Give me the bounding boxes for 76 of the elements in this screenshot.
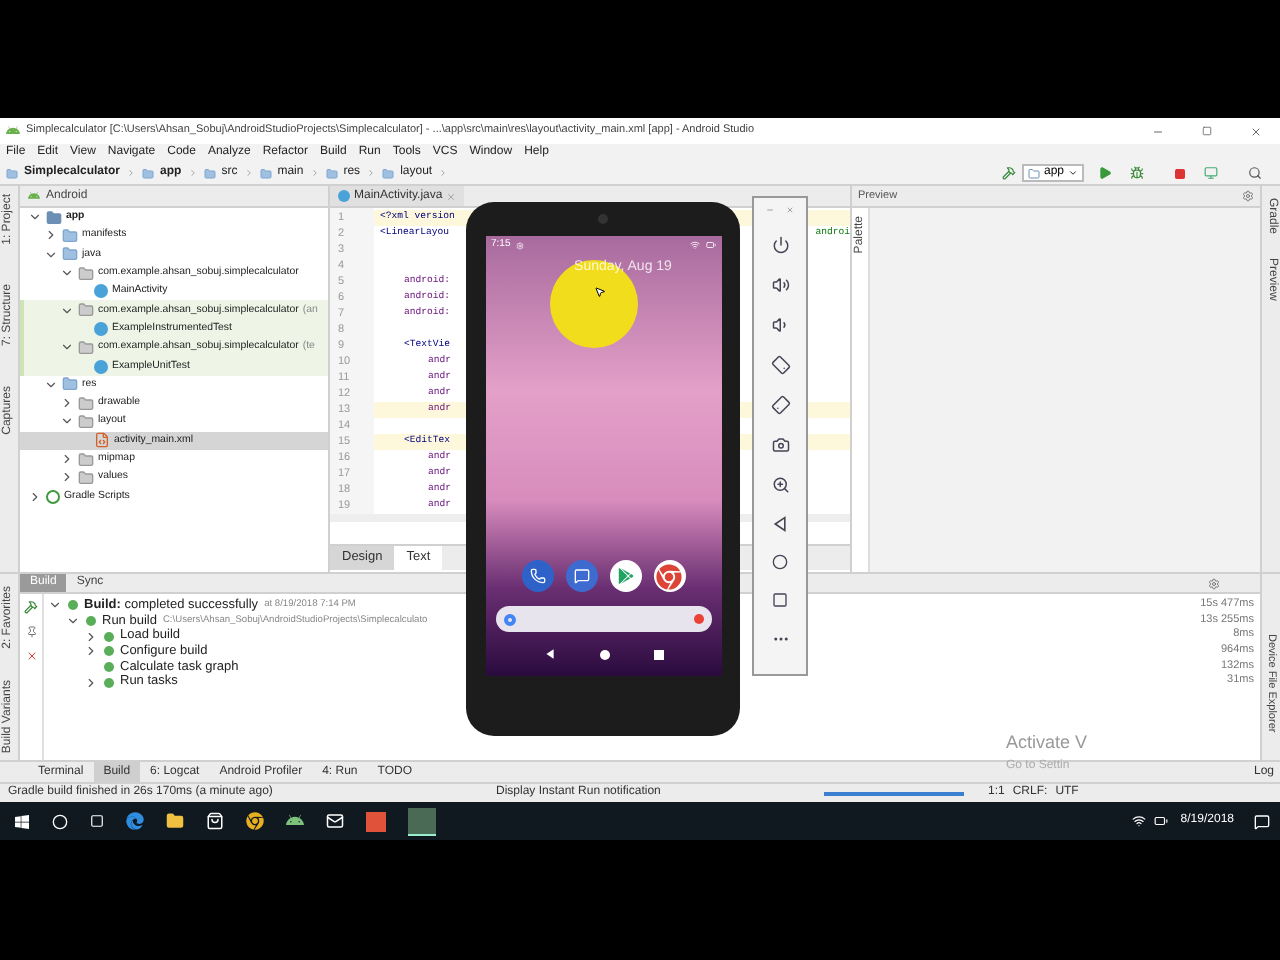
module-folder-icon — [46, 209, 62, 226]
folder-icon — [203, 167, 216, 179]
folder-icon — [382, 167, 395, 179]
gradle-icon — [46, 489, 60, 504]
pin-icon[interactable] — [25, 626, 37, 638]
separator-icon — [438, 168, 449, 178]
rotate-left-icon[interactable] — [767, 352, 793, 378]
folder-icon — [142, 167, 155, 179]
module-folder-icon — [1027, 167, 1040, 179]
search-bar[interactable] — [495, 606, 711, 632]
run-icon[interactable] — [1098, 166, 1112, 180]
folder-icon — [62, 376, 78, 393]
hammer-icon[interactable] — [24, 600, 38, 614]
browser-icon[interactable] — [126, 812, 144, 830]
separator-icon — [366, 168, 377, 178]
class-icon — [94, 321, 108, 336]
globe-icon[interactable] — [246, 812, 264, 830]
cursor-icon — [593, 286, 605, 298]
back-icon[interactable] — [772, 516, 788, 532]
caret-icon — [1068, 168, 1078, 178]
robot-icon — [28, 190, 40, 202]
folder-icon[interactable] — [166, 812, 184, 830]
close-icon[interactable] — [25, 650, 37, 662]
volume-down-icon[interactable] — [771, 316, 789, 334]
package-folder-icon — [78, 265, 94, 282]
hammer-icon[interactable] — [1001, 166, 1016, 180]
stop-icon[interactable] — [1174, 167, 1186, 179]
phone-camera — [598, 214, 608, 224]
wifi-icon — [689, 240, 699, 250]
mail-icon[interactable] — [326, 812, 344, 830]
home-icon[interactable] — [599, 649, 609, 659]
activation-notice-title: Activate V — [1006, 730, 1088, 756]
task-view-icon[interactable] — [90, 814, 104, 828]
gear-icon — [516, 241, 525, 249]
class-icon — [94, 284, 108, 299]
app-tile-icon[interactable] — [366, 811, 386, 831]
browser-app-icon[interactable] — [653, 560, 685, 592]
volume-up-icon[interactable] — [771, 276, 789, 294]
start-icon[interactable] — [14, 813, 30, 829]
package-folder-icon — [78, 302, 94, 319]
separator-icon — [243, 168, 254, 178]
power-icon[interactable] — [771, 236, 789, 254]
store-app-icon[interactable] — [609, 560, 641, 592]
class-icon — [338, 190, 350, 202]
bug-icon[interactable] — [1130, 166, 1144, 180]
camera-icon[interactable] — [771, 436, 789, 454]
overview-icon[interactable] — [653, 649, 663, 659]
search-logo-icon — [503, 613, 515, 625]
phone-app-icon[interactable] — [521, 560, 553, 592]
settings-icon[interactable] — [1208, 577, 1220, 589]
robot-icon[interactable] — [286, 812, 304, 830]
layout-file-icon — [94, 432, 110, 449]
app-tile-icon[interactable] — [408, 807, 436, 835]
folder-icon — [6, 167, 18, 179]
maximize-icon[interactable] — [1202, 126, 1212, 136]
battery-icon[interactable] — [1154, 814, 1169, 828]
battery-icon — [705, 240, 715, 250]
package-folder-icon — [78, 339, 94, 356]
shopping-bag-icon[interactable] — [206, 812, 224, 830]
network-icon[interactable] — [1132, 814, 1147, 828]
messages-app-icon[interactable] — [565, 560, 597, 592]
class-icon — [94, 359, 108, 374]
close-icon[interactable] — [1250, 125, 1262, 137]
separator-icon — [187, 168, 198, 178]
assistant-icon[interactable] — [693, 614, 703, 624]
settings-icon[interactable] — [1242, 190, 1254, 202]
folder-icon — [259, 167, 272, 179]
zoom-icon[interactable] — [771, 476, 789, 494]
separator-icon — [126, 168, 137, 178]
back-icon[interactable] — [543, 648, 555, 660]
notifications-icon[interactable] — [1254, 813, 1270, 829]
separator-icon — [309, 168, 320, 178]
home-icon[interactable] — [772, 554, 788, 570]
app-icon — [6, 124, 20, 138]
folder-icon — [325, 167, 338, 179]
rotate-right-icon[interactable] — [767, 392, 793, 418]
